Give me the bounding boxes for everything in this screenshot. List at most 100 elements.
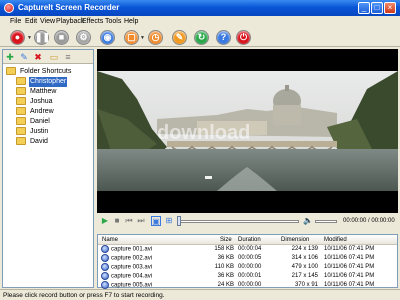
folder-panel: ✚ ✎ ✖ ▭ ≡ Folder Shortcuts Christopher M…: [2, 49, 94, 288]
menu-file[interactable]: File: [10, 17, 21, 26]
time-display: 00:00:00 / 00:00:00: [343, 218, 395, 224]
timer-button[interactable]: ◷: [148, 30, 163, 45]
file-size: 36 KB: [217, 273, 234, 279]
stop-playback-icon[interactable]: ■: [112, 216, 122, 226]
video-file-icon: [101, 254, 109, 262]
file-name-text: capture 004.avi: [111, 273, 153, 280]
minimize-button[interactable]: _: [358, 2, 370, 14]
close-button[interactable]: ×: [384, 2, 396, 14]
pause-icon: ❚❚: [35, 32, 51, 42]
tree-item-daniel[interactable]: Daniel: [16, 117, 51, 127]
folder-icon: [16, 127, 26, 136]
file-list-header: Name Size Duration Dimension Modified: [98, 235, 397, 245]
status-bar: Please click record button or press F7 t…: [0, 289, 400, 300]
settings-icon: ⚙: [79, 32, 88, 42]
record-button[interactable]: ●: [10, 30, 25, 45]
power-icon: ⏻: [239, 32, 248, 42]
video-file-icon: [101, 281, 109, 289]
file-rows: capture 001.avi 158 KB 00:00:04 224 x 139 10…: [98, 245, 397, 289]
refresh-icon: ↻: [197, 32, 206, 42]
maximize-button[interactable]: □: [371, 2, 383, 14]
folder-icon: [16, 137, 26, 146]
refresh-button[interactable]: ↻: [194, 30, 209, 45]
tree-item-david[interactable]: David: [16, 137, 49, 147]
file-size: 110 KB: [214, 264, 234, 270]
player-controls: ▶ ■ ⏮ ⏭ ▣ ⊞ 🔈 00:00:00 / 00:00:00: [97, 213, 398, 231]
tree-root[interactable]: Folder Shortcuts: [6, 67, 72, 77]
play-icon[interactable]: ▶: [100, 216, 110, 226]
record-dropdown-icon[interactable]: ▼: [27, 36, 32, 41]
tree-item-matthew[interactable]: Matthew: [16, 87, 57, 97]
folder-icon: [16, 107, 26, 116]
next-frame-icon[interactable]: ⏭: [136, 216, 146, 226]
webcam-button[interactable]: ◉: [100, 30, 115, 45]
file-list: Name Size Duration Dimension Modified ca…: [97, 234, 398, 289]
video-file-icon: [101, 263, 109, 271]
volume-slider[interactable]: [315, 220, 337, 223]
seek-bar[interactable]: [179, 220, 299, 223]
video-preview[interactable]: download: [97, 49, 398, 213]
window-title: CaptureIt Screen Recorder: [18, 3, 120, 12]
file-dimension: 314 x 106: [291, 255, 318, 261]
tree-item-label: Justin: [30, 128, 49, 135]
title-bar[interactable]: CaptureIt Screen Recorder _ □ ×: [0, 0, 400, 16]
menu-view[interactable]: View: [40, 17, 55, 26]
column-duration[interactable]: Duration: [238, 235, 261, 245]
properties-icon[interactable]: ≡: [63, 52, 73, 62]
file-modified: 10/11/06 07:41 PM: [324, 264, 375, 270]
tree-item-christopher[interactable]: Christopher: [16, 77, 68, 87]
timer-icon: ◷: [151, 32, 160, 42]
volume-icon[interactable]: 🔈: [303, 216, 313, 226]
column-size[interactable]: Size: [220, 235, 232, 245]
add-folder-icon[interactable]: ✚: [5, 52, 15, 62]
stop-icon: ■: [58, 32, 65, 42]
region-icon: ▢: [127, 32, 136, 42]
edit-folder-icon[interactable]: ✎: [19, 52, 29, 62]
fullscreen-icon[interactable]: ▣: [151, 216, 161, 226]
stop-button[interactable]: ■: [54, 30, 69, 45]
file-name-text: capture 003.avi: [111, 264, 153, 271]
zoom-icon[interactable]: ⊞: [164, 216, 174, 226]
tree-item-label: Joshua: [30, 98, 53, 105]
file-row[interactable]: capture 003.avi 110 KB 00:00:00 479 x 100 10…: [98, 263, 397, 272]
help-button[interactable]: ?: [216, 30, 231, 45]
menu-playback[interactable]: Playback: [56, 17, 84, 26]
prev-frame-icon[interactable]: ⏮: [124, 216, 134, 226]
menu-effects[interactable]: Effects: [82, 17, 103, 26]
file-duration: 00:00:04: [238, 246, 262, 252]
file-name: capture 004.avi: [101, 272, 152, 281]
menu-edit[interactable]: Edit: [25, 17, 37, 26]
video-file-icon: [101, 272, 109, 280]
file-row[interactable]: capture 001.avi 158 KB 00:00:04 224 x 139 10…: [98, 245, 397, 254]
column-name[interactable]: Name: [102, 235, 118, 245]
file-modified: 10/11/06 07:41 PM: [324, 273, 375, 279]
file-dimension: 217 x 145: [291, 273, 318, 279]
menu-tools[interactable]: Tools: [105, 17, 121, 26]
region-dropdown-icon[interactable]: ▼: [140, 36, 145, 41]
edit-button[interactable]: ✎: [172, 30, 187, 45]
file-row[interactable]: capture 002.avi 36 KB 00:00:05 314 x 106 10/…: [98, 254, 397, 263]
settings-button[interactable]: ⚙: [76, 30, 91, 45]
power-button[interactable]: ⏻: [236, 30, 251, 45]
column-modified[interactable]: Modified: [324, 235, 347, 245]
file-name-text: capture 002.avi: [111, 255, 153, 262]
toolbar: ● ▼ ❚❚ ■ ⚙ ◉ ▢ ▼ ◷ ✎ ↻ ? ⏻: [0, 27, 400, 47]
tree-item-justin[interactable]: Justin: [16, 127, 49, 137]
webcam-icon: ◉: [103, 32, 112, 42]
file-name: capture 003.avi: [101, 263, 152, 272]
video-frame: download: [97, 49, 398, 213]
file-size: 36 KB: [217, 255, 234, 261]
column-dimension[interactable]: Dimension: [281, 235, 309, 245]
tree-item-andrew[interactable]: Andrew: [16, 107, 55, 117]
file-row[interactable]: capture 004.avi 36 KB 00:00:01 217 x 145 10/…: [98, 272, 397, 281]
file-name: capture 001.avi: [101, 245, 152, 254]
tree-item-joshua[interactable]: Joshua: [16, 97, 54, 107]
pause-button[interactable]: ❚❚: [34, 30, 51, 45]
tree-item-label: David: [30, 138, 48, 145]
open-folder-icon[interactable]: ▭: [49, 52, 59, 62]
region-button[interactable]: ▢: [124, 30, 139, 45]
menu-help[interactable]: Help: [124, 17, 138, 26]
seek-handle[interactable]: [177, 216, 181, 226]
delete-folder-icon[interactable]: ✖: [33, 52, 43, 62]
status-text: Please click record button or press F7 t…: [3, 292, 165, 299]
